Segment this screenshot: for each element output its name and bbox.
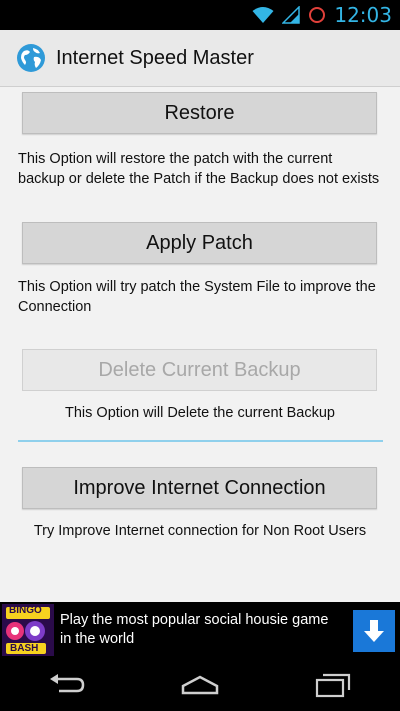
- ad-banner[interactable]: BINGO BASH Play the most popular social …: [0, 602, 400, 658]
- navigation-bar: [0, 658, 400, 711]
- wifi-icon: [252, 7, 274, 23]
- improve-connection-description: Try Improve Internet connection for Non …: [33, 523, 367, 539]
- home-icon: [181, 675, 219, 694]
- ad-message[interactable]: Play the most popular social housie game…: [60, 611, 338, 649]
- delete-current-backup-button[interactable]: Delete Current Backup: [22, 349, 377, 391]
- restore-description: This Option will restore the patch with …: [18, 151, 380, 187]
- action-bar: Internet Speed Master: [0, 30, 400, 87]
- improve-internet-connection-button[interactable]: Improve Internet Connection: [22, 467, 377, 509]
- signal-icon: [282, 6, 301, 24]
- status-bar: 12:03: [0, 0, 400, 30]
- ad-logo-text-top: BINGO: [9, 605, 42, 616]
- section-divider: [18, 440, 383, 442]
- back-button[interactable]: [37, 665, 97, 705]
- recents-icon: [316, 673, 351, 697]
- restore-button[interactable]: Restore: [22, 92, 377, 134]
- delete-backup-description: This Option will Delete the current Back…: [65, 405, 335, 421]
- apply-patch-description: This Option will try patch the System Fi…: [18, 279, 376, 315]
- ad-download-button[interactable]: [353, 610, 395, 652]
- recents-button[interactable]: [303, 665, 363, 705]
- options-panel: Restore This Option will restore the pat…: [0, 87, 400, 602]
- globe-icon[interactable]: [16, 43, 46, 73]
- apply-patch-button[interactable]: Apply Patch: [22, 222, 377, 264]
- app-title: Internet Speed Master: [56, 46, 254, 69]
- home-button[interactable]: [170, 665, 230, 705]
- status-icons: 12:03: [252, 0, 392, 30]
- status-clock: 12:03: [334, 3, 392, 27]
- download-arrow-icon: [364, 620, 384, 642]
- ad-logo-text-bottom: BASH: [10, 643, 39, 654]
- notification-ring-icon: [309, 7, 326, 23]
- back-icon: [49, 673, 84, 692]
